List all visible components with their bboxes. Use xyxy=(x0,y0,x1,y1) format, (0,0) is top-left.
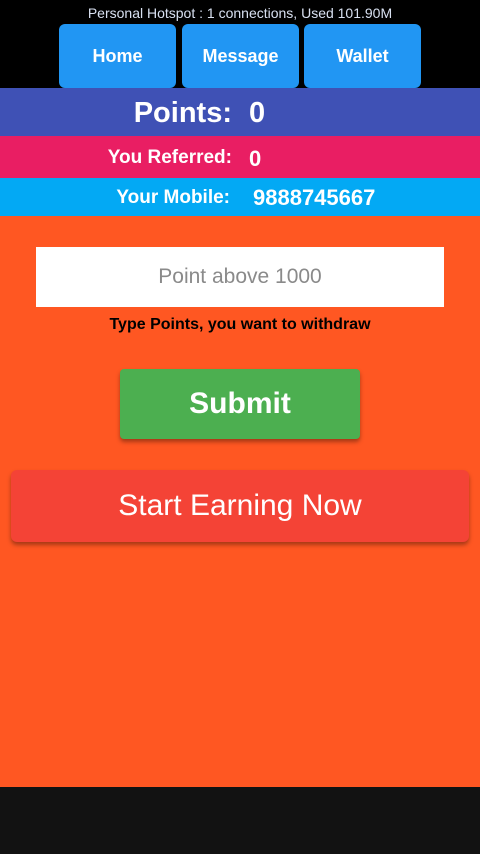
referred-value: 0 xyxy=(249,146,262,171)
withdraw-points-input[interactable] xyxy=(36,247,444,307)
bottom-bar xyxy=(0,787,480,854)
points-value: 0 xyxy=(249,97,266,129)
home-button[interactable]: Home xyxy=(59,24,176,88)
referred-label: You Referred: xyxy=(107,147,232,168)
submit-button[interactable]: Submit xyxy=(120,369,360,439)
wallet-button[interactable]: Wallet xyxy=(304,24,421,88)
points-row: Points: 0 xyxy=(0,88,480,136)
start-earning-button[interactable]: Start Earning Now xyxy=(11,470,469,542)
message-button[interactable]: Message xyxy=(182,24,299,88)
mobile-label: Your Mobile: xyxy=(116,187,230,208)
withdraw-panel: Type Points, you want to withdraw Submit… xyxy=(0,216,480,787)
withdraw-hint: Type Points, you want to withdraw xyxy=(109,316,371,333)
hotspot-status-text: Personal Hotspot : 1 connections, Used 1… xyxy=(87,5,393,21)
points-label: Points: xyxy=(133,97,232,129)
referred-row: You Referred: 0 xyxy=(0,136,480,178)
top-nav: Home Message Wallet xyxy=(0,24,480,88)
status-bar: Personal Hotspot : 1 connections, Used 1… xyxy=(0,0,480,26)
mobile-row: Your Mobile: 9888745667 xyxy=(0,178,480,216)
mobile-value: 9888745667 xyxy=(253,185,376,210)
